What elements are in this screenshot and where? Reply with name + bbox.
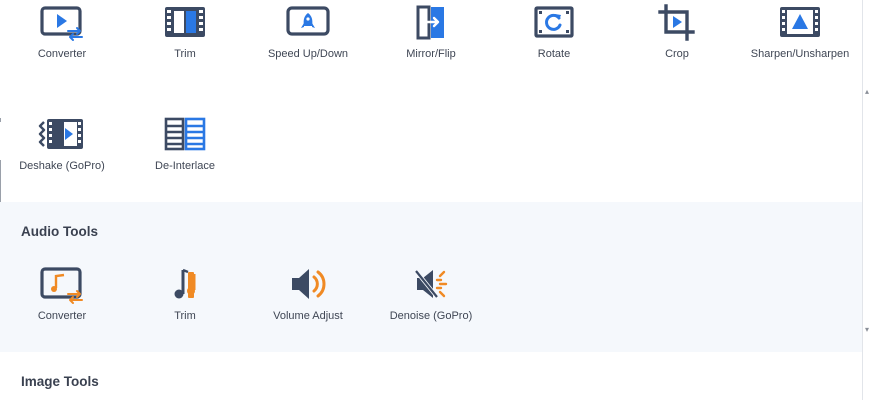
audio-trim-icon <box>161 266 209 306</box>
audio-tool-trim[interactable]: Trim <box>130 266 240 336</box>
tool-label: De-Interlace <box>155 160 215 172</box>
deshake-icon <box>38 116 86 156</box>
audio-converter-icon <box>38 266 86 306</box>
rotate-icon <box>530 4 578 44</box>
crop-icon <box>653 4 701 44</box>
video-tool-crop[interactable]: Crop <box>622 4 732 74</box>
audio-tools-title: Audio Tools <box>21 224 98 239</box>
panel-right-border <box>862 0 863 400</box>
deinterlace-icon <box>161 116 209 156</box>
video-tool-sharpen[interactable]: Sharpen/Unsharpen <box>745 4 855 74</box>
image-tools-title: Image Tools <box>21 374 99 389</box>
video-tool-mirror[interactable]: Mirror/Flip <box>376 4 486 74</box>
mirror-flip-icon <box>407 4 455 44</box>
scroll-tick[interactable]: ▴ <box>865 88 869 96</box>
video-tool-trim[interactable]: Trim <box>130 4 240 74</box>
video-tool-deinterlace[interactable]: De-Interlace <box>130 116 240 186</box>
film-trim-icon <box>161 4 209 44</box>
audio-tool-volume[interactable]: Volume Adjust <box>253 266 363 336</box>
video-tool-rotate[interactable]: Rotate <box>499 4 609 74</box>
video-tool-deshake[interactable]: Deshake (GoPro) <box>7 116 117 186</box>
video-tools-section: Converter Trim Speed Up/Down Mirror/Flip… <box>0 0 862 202</box>
audio-tool-converter[interactable]: Converter <box>7 266 117 336</box>
tools-panel: Converter Trim Speed Up/Down Mirror/Flip… <box>0 0 862 400</box>
left-edge-mark <box>0 118 1 122</box>
rocket-speed-icon <box>284 4 332 44</box>
image-tools-section: Image Tools <box>0 352 862 400</box>
scroll-tick[interactable]: ▾ <box>865 326 869 334</box>
video-tool-speed[interactable]: Speed Up/Down <box>253 4 363 74</box>
audio-tools-section: Audio Tools Converter Trim Volume Adjust… <box>0 202 862 352</box>
left-edge-mark <box>0 160 1 202</box>
video-tool-converter[interactable]: Converter <box>7 4 117 74</box>
video-converter-icon <box>38 4 86 44</box>
audio-tool-denoise[interactable]: Denoise (GoPro) <box>376 266 486 336</box>
tool-label: Sharpen/Unsharpen <box>750 48 850 60</box>
tool-label: Denoise (GoPro) <box>389 310 473 322</box>
volume-icon <box>284 266 332 306</box>
sharpen-icon <box>776 4 824 44</box>
denoise-icon <box>407 266 455 306</box>
